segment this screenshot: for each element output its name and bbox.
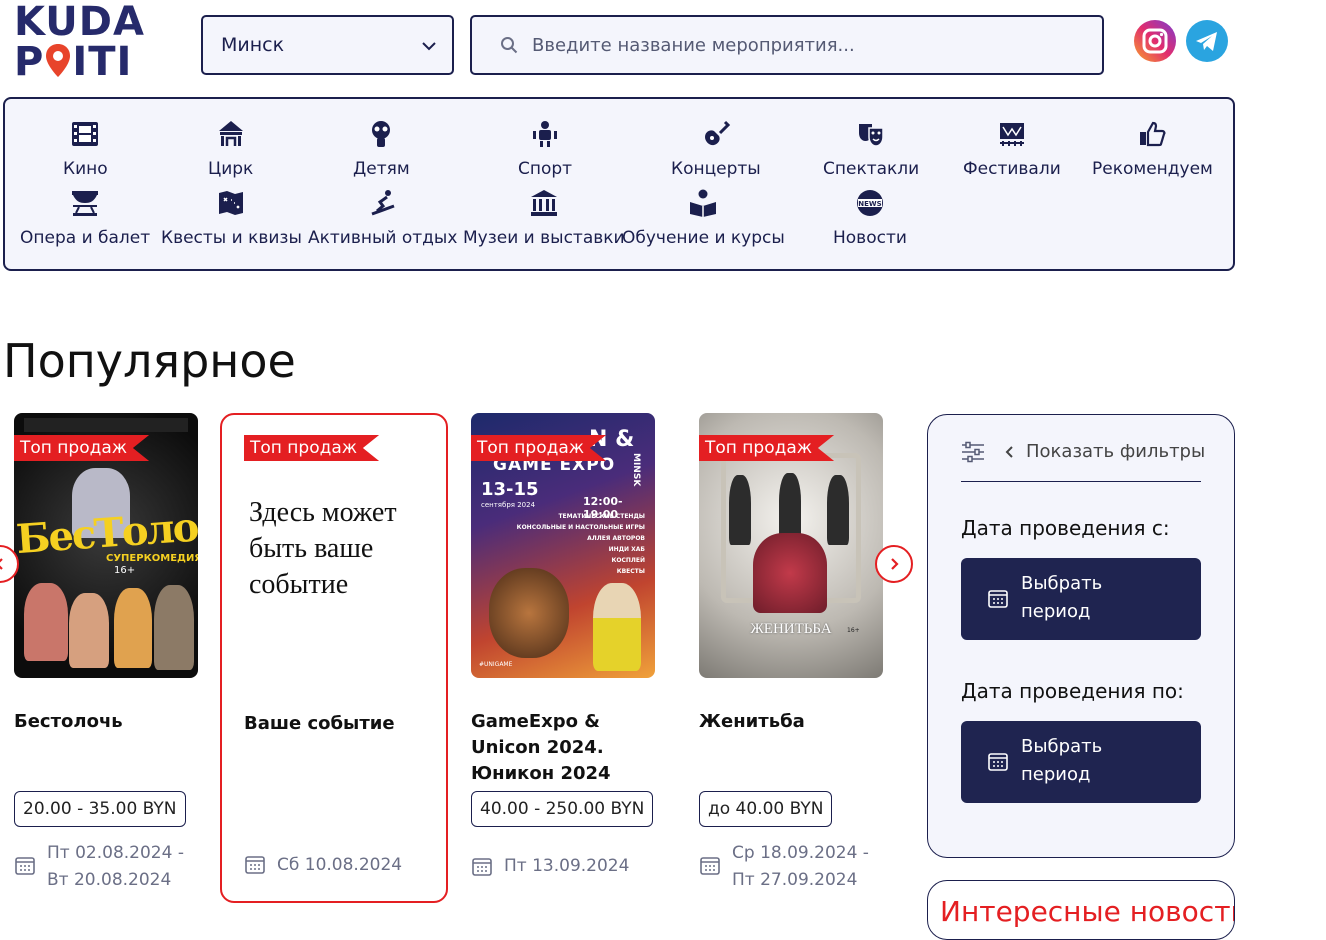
event-title[interactable]: Ваше событие	[244, 711, 434, 737]
svg-text:NEWS: NEWS	[858, 200, 881, 208]
top-sales-badge: Топ продаж	[699, 435, 835, 461]
category-active-rest[interactable]: Активный отдых	[308, 188, 457, 248]
chevron-right-icon	[891, 558, 899, 570]
news-box[interactable]: Интересные новости	[927, 880, 1235, 940]
category-concerts[interactable]: Концерты	[671, 119, 761, 179]
top-sales-badge: Топ продаж	[244, 435, 380, 461]
quest-map-icon	[219, 191, 244, 215]
sport-icon	[533, 121, 558, 147]
category-kino[interactable]: Кино	[63, 119, 108, 179]
chevron-left-icon	[1005, 445, 1013, 458]
show-filters-toggle[interactable]: Показать фильтры	[1004, 441, 1205, 462]
search-placeholder: Введите название мероприятия...	[532, 34, 855, 56]
opera-icon	[72, 191, 99, 216]
instagram-icon[interactable]	[1134, 20, 1176, 62]
logo-text-bottom: P ITI	[14, 39, 133, 85]
reading-icon	[690, 189, 717, 217]
calendar-icon	[472, 858, 492, 876]
date-from-label: Дата проведения с:	[961, 516, 1170, 540]
divider	[961, 481, 1201, 482]
logo-text-top: KUDA	[14, 0, 145, 45]
sliders-icon[interactable]	[961, 441, 985, 463]
calendar-icon	[245, 856, 265, 874]
news-icon: NEWS	[856, 190, 883, 216]
city-select[interactable]: Минск	[201, 15, 454, 75]
date-from-button[interactable]: Выбрать период	[961, 558, 1201, 640]
event-price: до 40.00 BYN	[699, 791, 833, 827]
guitar-icon	[704, 120, 730, 146]
category-news[interactable]: NEWS Новости	[833, 188, 907, 248]
category-quests[interactable]: Квесты и квизы	[161, 188, 302, 248]
category-nav: Кино Цирк Детям Спорт Концерты Спектакли…	[3, 97, 1235, 271]
category-museums[interactable]: Музеи и выставки	[463, 188, 625, 248]
date-to-label: Дата проведения по:	[961, 679, 1184, 703]
top-sales-badge: Топ продаж	[14, 435, 150, 461]
placeholder-text: Здесь может быть ваше событие	[249, 497, 397, 600]
event-date: Пт 02.08.2024 - Вт 20.08.2024	[47, 843, 184, 890]
theatre-masks-icon	[859, 124, 884, 147]
event-date: Ср 18.09.2024 - Пт 27.09.2024	[732, 843, 869, 890]
kids-icon	[372, 121, 391, 147]
festival-icon	[999, 123, 1024, 146]
event-title[interactable]: Женитьба	[699, 709, 889, 735]
category-recommended[interactable]: Рекомендуем	[1092, 119, 1213, 179]
telegram-icon[interactable]	[1186, 20, 1228, 62]
city-select-value: Минск	[221, 34, 285, 56]
event-search-input[interactable]: Введите название мероприятия...	[470, 15, 1104, 75]
circus-icon	[218, 121, 243, 146]
chevron-down-icon	[422, 42, 436, 51]
event-title[interactable]: Бестолочь	[14, 709, 204, 735]
event-date: Сб 10.08.2024	[277, 855, 403, 875]
calendar-icon	[988, 590, 1008, 608]
date-to-button[interactable]: Выбрать период	[961, 721, 1201, 803]
chevron-left-icon	[0, 558, 3, 570]
category-festivals[interactable]: Фестивали	[963, 119, 1061, 179]
event-title[interactable]: GameExpo & Unicon 2024. Юникон 2024	[471, 709, 661, 787]
calendar-icon	[700, 857, 720, 875]
event-price: 20.00 - 35.00 BYN	[14, 791, 186, 827]
search-icon	[501, 37, 518, 54]
active-rest-icon	[371, 190, 395, 216]
map-pin-icon	[44, 43, 72, 79]
category-sport[interactable]: Спорт	[518, 119, 572, 179]
category-performances[interactable]: Спектакли	[823, 119, 919, 179]
event-price: 40.00 - 250.00 BYN	[471, 791, 654, 827]
news-box-title: Интересные новости	[940, 895, 1235, 928]
category-kids[interactable]: Детям	[353, 119, 410, 179]
event-card-placeholder[interactable]: Топ продаж Здесь может быть ваше событие…	[220, 413, 448, 903]
section-title-popular: Популярное	[3, 334, 296, 388]
carousel-next-button[interactable]	[875, 545, 913, 583]
film-icon	[72, 122, 99, 146]
category-opera[interactable]: Опера и балет	[20, 188, 150, 248]
calendar-icon	[988, 753, 1008, 771]
event-date: Пт 13.09.2024	[504, 856, 630, 876]
site-logo[interactable]: KUDA P ITI	[14, 0, 145, 88]
calendar-icon	[15, 857, 35, 875]
top-sales-badge: Топ продаж	[471, 435, 607, 461]
filters-panel: Показать фильтры Дата проведения с: Выбр…	[927, 414, 1235, 858]
category-courses[interactable]: Обучение и курсы	[622, 188, 785, 248]
category-circus[interactable]: Цирк	[208, 119, 253, 179]
thumbs-up-icon	[1140, 121, 1166, 147]
museum-icon	[530, 190, 557, 216]
